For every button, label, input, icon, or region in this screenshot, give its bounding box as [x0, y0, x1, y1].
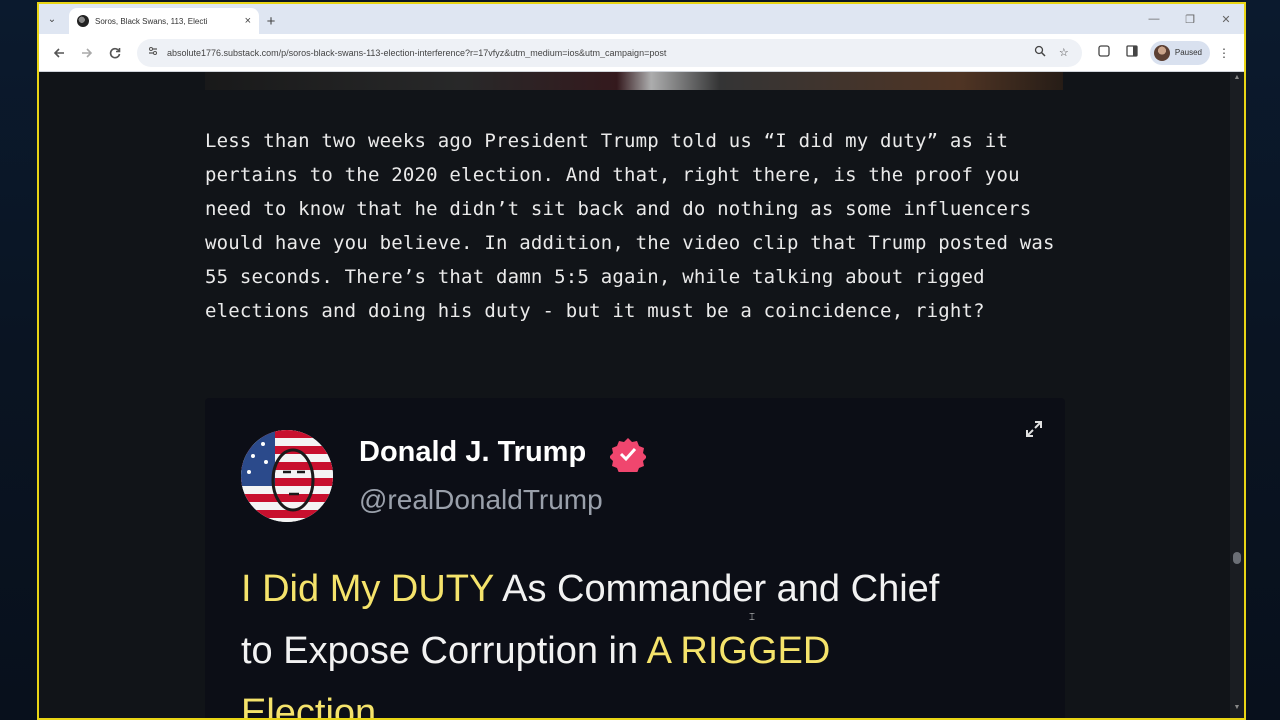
- new-tab-button[interactable]: +: [259, 8, 283, 34]
- trump-avatar[interactable]: [241, 430, 333, 522]
- post-text-tail: Election...: [241, 692, 408, 718]
- close-window-button[interactable]: ✕: [1208, 13, 1244, 26]
- post-text-part-1: As Commander and Chief: [493, 568, 940, 610]
- url-text[interactable]: absolute1776.substack.com/p/soros-black-…: [167, 48, 1024, 58]
- page-scrollbar[interactable]: ▲ ▼: [1230, 72, 1244, 718]
- forward-icon[interactable]: [73, 39, 101, 67]
- zoom-icon[interactable]: [1032, 45, 1048, 60]
- scroll-thumb[interactable]: [1233, 552, 1241, 564]
- minimize-button[interactable]: —: [1136, 13, 1172, 25]
- address-bar[interactable]: absolute1776.substack.com/p/soros-black-…: [137, 38, 1082, 67]
- post-text: I Did My DUTY As Commander and Chief to …: [241, 558, 1041, 718]
- post-text-part-2: to Expose Corruption in: [241, 630, 647, 672]
- embedded-post-card[interactable]: Donald J. Trump @realDonaldTrump I Did M…: [205, 398, 1065, 718]
- tab-active[interactable]: Soros, Black Swans, 113, Electi ×: [69, 8, 259, 34]
- post-highlight-2: A RIGGED: [646, 630, 831, 672]
- profile-status: Paused: [1174, 48, 1202, 57]
- window-controls: — ❐ ✕: [1136, 4, 1244, 34]
- background-right: [1244, 0, 1280, 720]
- mouse-cursor-icon: ⌶: [749, 612, 755, 623]
- extensions-icon[interactable]: [1090, 44, 1118, 61]
- article-paragraph: Less than two weeks ago President Trump …: [205, 130, 1055, 322]
- profile-avatar: [1153, 44, 1170, 61]
- substack-favicon-icon: [77, 15, 89, 27]
- post-author-handle[interactable]: @realDonaldTrump: [359, 484, 603, 516]
- background-left: [0, 0, 40, 720]
- tab-close-icon[interactable]: ×: [245, 15, 251, 27]
- browser-toolbar: absolute1776.substack.com/p/soros-black-…: [39, 34, 1244, 72]
- page-content: Less than two weeks ago President Trump …: [39, 72, 1230, 718]
- browser-window: ⌄ Soros, Black Swans, 113, Electi × + — …: [37, 2, 1246, 720]
- post-author-name[interactable]: Donald J. Trump: [359, 436, 586, 469]
- bookmark-star-icon[interactable]: ☆: [1056, 46, 1072, 59]
- back-icon[interactable]: [45, 39, 73, 67]
- scroll-down-icon[interactable]: ▼: [1230, 704, 1244, 716]
- header-image: [205, 72, 1063, 90]
- profile-button[interactable]: Paused: [1149, 40, 1210, 65]
- reload-icon[interactable]: [101, 39, 129, 67]
- scroll-up-icon[interactable]: ▲: [1230, 74, 1244, 86]
- side-panel-icon[interactable]: [1118, 44, 1146, 61]
- verified-badge-icon: [609, 436, 647, 476]
- tab-search-icon[interactable]: ⌄: [39, 4, 65, 34]
- restore-button[interactable]: ❐: [1172, 13, 1208, 26]
- expand-icon[interactable]: [1023, 418, 1045, 440]
- tab-title: Soros, Black Swans, 113, Electi: [95, 16, 208, 26]
- site-info-icon[interactable]: [147, 45, 159, 60]
- post-highlight-1: I Did My DUTY: [241, 568, 494, 610]
- tab-strip: ⌄ Soros, Black Swans, 113, Electi × + — …: [39, 4, 1244, 34]
- menu-dots-icon[interactable]: ⋮: [1210, 46, 1238, 60]
